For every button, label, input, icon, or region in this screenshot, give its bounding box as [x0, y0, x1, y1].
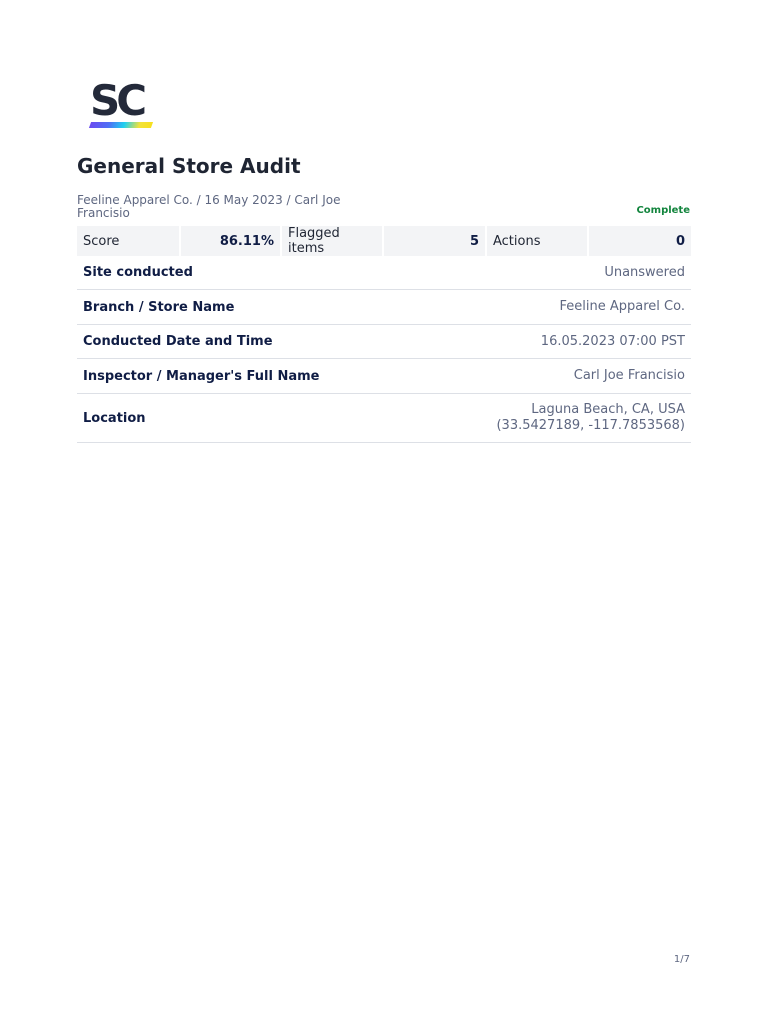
detail-row-site-conducted: Site conducted Unanswered: [77, 256, 691, 290]
detail-row-location: Location Laguna Beach, CA, USA (33.54271…: [77, 394, 691, 443]
details-table: Site conducted Unanswered Branch / Store…: [77, 256, 691, 443]
detail-value: Unanswered: [604, 264, 685, 280]
location-coordinates: (33.5427189, -117.7853568): [496, 418, 685, 433]
detail-row-date: Conducted Date and Time 16.05.2023 07:00…: [77, 325, 691, 359]
detail-label: Branch / Store Name: [83, 299, 235, 315]
detail-label: Site conducted: [83, 265, 193, 280]
actions-label: Actions: [487, 226, 589, 256]
company-logo: SC: [88, 76, 158, 132]
detail-label: Location: [83, 410, 146, 426]
logo-text: SC: [90, 76, 147, 125]
flagged-items-label: Flagged items: [282, 226, 384, 256]
score-label: Score: [77, 226, 181, 256]
page-title: General Store Audit: [77, 154, 301, 178]
detail-label: Conducted Date and Time: [83, 334, 273, 349]
status-badge: Complete: [636, 205, 690, 216]
detail-value: Feeline Apparel Co.: [559, 299, 685, 314]
score-value: 86.11%: [181, 226, 282, 256]
detail-label: Inspector / Manager's Full Name: [83, 368, 320, 384]
flagged-items-value: 5: [384, 226, 487, 256]
detail-row-inspector: Inspector / Manager's Full Name Carl Joe…: [77, 359, 691, 394]
summary-bar: Score 86.11% Flagged items 5 Actions 0: [77, 226, 691, 256]
location-address: Laguna Beach, CA, USA: [531, 402, 685, 417]
audit-meta: Feeline Apparel Co. / 16 May 2023 / Carl…: [77, 193, 341, 220]
detail-value: Carl Joe Francisio: [573, 368, 685, 383]
actions-value: 0: [589, 226, 691, 256]
detail-value: Laguna Beach, CA, USA (33.5427189, -117.…: [496, 402, 685, 434]
detail-row-branch: Branch / Store Name Feeline Apparel Co.: [77, 290, 691, 325]
detail-value: 16.05.2023 07:00 PST: [540, 333, 685, 349]
page-number: 1/7: [673, 954, 690, 965]
logo-gradient-bar: [88, 122, 154, 128]
